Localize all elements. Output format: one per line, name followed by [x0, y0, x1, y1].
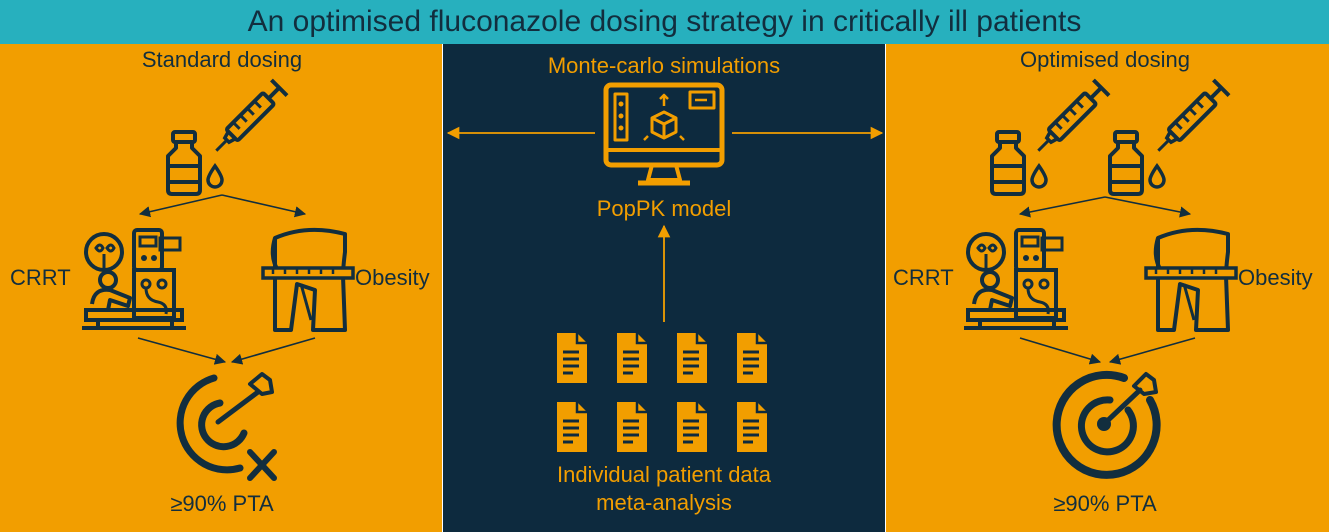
left-vial-icon [166, 130, 224, 196]
right-merge-arrows [1019, 337, 1196, 365]
right-hit-target-icon [1052, 370, 1161, 479]
document-icon [735, 400, 769, 454]
right-syringe-icon-2 [1151, 80, 1229, 158]
computer-monitor-icon [603, 82, 725, 186]
diagram-artwork [80, 0, 1238, 481]
left-crrt-label: CRRT [10, 265, 71, 290]
left-obesity-waist-icon [261, 227, 355, 332]
standard-dosing-heading: Standard dosing [141, 47, 303, 72]
optimised-dosing-heading: Optimised dosing [1020, 47, 1190, 72]
right-pta-label: ≥90% PTA [1053, 491, 1157, 516]
left-obesity-label: Obesity [355, 265, 430, 290]
monte-carlo-label: Monte-carlo simulations [547, 53, 781, 78]
left-pta-label: ≥90% PTA [170, 491, 274, 516]
right-vial-icon-2 [1108, 130, 1166, 196]
document-icon [615, 331, 649, 385]
infographic: An optimised fluconazole dosing strategy… [0, 0, 1329, 532]
document-icon [555, 331, 589, 385]
left-merge-arrows [137, 337, 316, 365]
right-obesity-label: Obesity [1238, 265, 1313, 290]
document-icon [735, 331, 769, 385]
left-split-arrows [138, 194, 307, 218]
patient-data-label-line2: meta-analysis [596, 490, 732, 515]
right-vial-icon-1 [990, 130, 1048, 196]
right-crrt-label: CRRT [893, 265, 954, 290]
popPK-model-label: PopPK model [596, 196, 732, 221]
document-icon [555, 400, 589, 454]
left-missed-target-icon [176, 372, 277, 481]
left-syringe-icon [209, 80, 287, 158]
document-icon [675, 331, 709, 385]
document-icon [675, 400, 709, 454]
right-obesity-waist-icon [1144, 227, 1238, 332]
left-crrt-machine-icon [80, 228, 188, 330]
right-crrt-machine-icon [962, 228, 1070, 330]
patient-data-documents [555, 331, 769, 454]
right-split-arrows [1018, 196, 1192, 218]
patient-data-label-line1: Individual patient data [556, 462, 772, 487]
right-syringe-icon-1 [1031, 80, 1109, 158]
document-icon [615, 400, 649, 454]
